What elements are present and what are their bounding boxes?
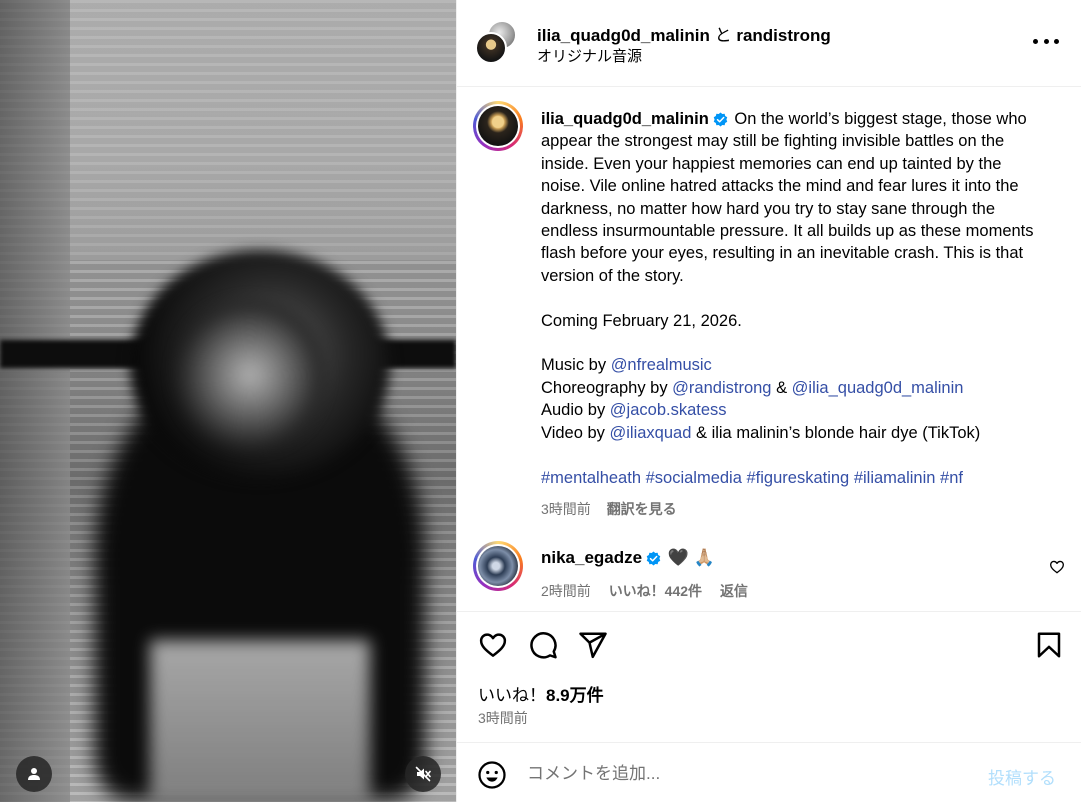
likes-prefix: いいね！ (478, 686, 546, 705)
bookmark-icon (1037, 632, 1061, 658)
credit-video-rest: & ilia malinin’s blonde hair dye (TikTok… (691, 423, 981, 442)
video-background-blinds (70, 0, 456, 260)
more-options-button[interactable] (1033, 30, 1059, 52)
mention-link[interactable]: @nfrealmusic (611, 356, 712, 374)
user-icon (28, 768, 40, 780)
caption-time[interactable]: 3時間前 (541, 501, 591, 517)
post-comment-button[interactable]: 投稿する (988, 764, 1056, 789)
avatar (478, 106, 518, 146)
verified-badge-icon (713, 112, 728, 127)
credit-video-label: Video by (541, 423, 610, 442)
mention-link[interactable]: @jacob.skatess (610, 401, 727, 419)
comment-username[interactable]: nika_egadze (541, 548, 642, 567)
muted-speaker-icon (415, 766, 431, 782)
post-timestamp[interactable]: 3時間前 (478, 708, 528, 728)
avatar (478, 546, 518, 586)
share-button[interactable] (576, 628, 610, 662)
hashtag-link[interactable]: #mentalheath (541, 469, 641, 487)
post-header: ilia_quadg0d_malinin と randistrong オリジナル… (457, 0, 1081, 87)
credit-choreo-label: Choreography by (541, 378, 673, 397)
author-link[interactable]: ilia_quadg0d_malinin (537, 26, 710, 45)
comment-content: nika_egadze 🖤 🙏🏼 (541, 548, 715, 568)
heart-icon (479, 633, 507, 657)
reply-button[interactable]: 返信 (720, 583, 748, 599)
post-side-panel: ilia_quadg0d_malinin と randistrong オリジナル… (456, 0, 1081, 802)
hashtag-link[interactable]: #nf (940, 469, 963, 487)
tagged-users-button[interactable] (16, 756, 52, 792)
comment-composer: 投稿する (457, 742, 1081, 802)
author-conjunction: と (714, 26, 732, 45)
video-floor (150, 640, 370, 802)
comment-input[interactable] (527, 759, 957, 789)
mention-link[interactable]: @randistrong (672, 379, 771, 397)
comment-item: nika_egadze 🖤 🙏🏼 2時間前 いいね！442件 返信 (473, 541, 1068, 601)
collab-avatars[interactable] (475, 20, 519, 64)
video-figure-hands (175, 300, 325, 450)
avatar (475, 32, 507, 64)
hashtag-link[interactable]: #socialmedia (646, 469, 742, 487)
comment-text: 🖤 🙏🏼 (667, 548, 715, 567)
hashtag-link[interactable]: #figureskating (747, 469, 850, 487)
caption-username[interactable]: ilia_quadg0d_malinin (541, 110, 709, 128)
paper-plane-icon (579, 632, 607, 659)
see-translation-button[interactable]: 翻訳を見る (607, 501, 677, 517)
comment-likes[interactable]: いいね！442件 (609, 583, 702, 599)
reel-video[interactable] (0, 0, 456, 802)
comment-meta: 2時間前 いいね！442件 返信 (541, 581, 748, 601)
story-ring[interactable] (473, 101, 523, 151)
action-bar: いいね！8.9万件 3時間前 (457, 611, 1081, 742)
audio-link[interactable]: オリジナル音源 (537, 45, 642, 66)
credit-audio-label: Audio by (541, 401, 610, 420)
more-dots-icon (1043, 38, 1049, 44)
comment-button[interactable] (526, 628, 560, 662)
caption-release-date: Coming February 21, 2026. (541, 311, 742, 330)
like-button[interactable] (476, 628, 510, 662)
comment-time[interactable]: 2時間前 (541, 583, 591, 599)
more-dots-icon (1054, 38, 1059, 44)
video-background-wall (0, 0, 70, 802)
save-button[interactable] (1032, 628, 1066, 662)
caption-text: ilia_quadg0d_malinin On the world’s bigg… (541, 108, 1046, 489)
story-ring[interactable] (473, 541, 523, 591)
likes-value: 8.9万件 (546, 686, 604, 705)
hashtag-link[interactable]: #iliamalinin (854, 469, 936, 487)
post-authors: ilia_quadg0d_malinin と randistrong (537, 21, 831, 46)
more-dots-icon (1033, 38, 1038, 44)
caption-meta: 3時間前 翻訳を見る (541, 499, 677, 519)
credit-music-label: Music by (541, 356, 611, 375)
credit-amp: & (771, 378, 792, 397)
heart-icon[interactable] (1049, 559, 1065, 575)
comment-bubble-icon (530, 632, 557, 659)
emoji-icon[interactable] (477, 760, 507, 790)
mention-link[interactable]: @iliaxquad (610, 424, 692, 442)
like-count[interactable]: いいね！8.9万件 (478, 681, 604, 706)
verified-badge-icon (646, 551, 661, 566)
author-link[interactable]: randistrong (736, 26, 830, 45)
mention-link[interactable]: @ilia_quadg0d_malinin (792, 379, 964, 397)
caption-body: On the world’s biggest stage, those who … (541, 110, 1034, 285)
mute-button[interactable] (405, 756, 441, 792)
